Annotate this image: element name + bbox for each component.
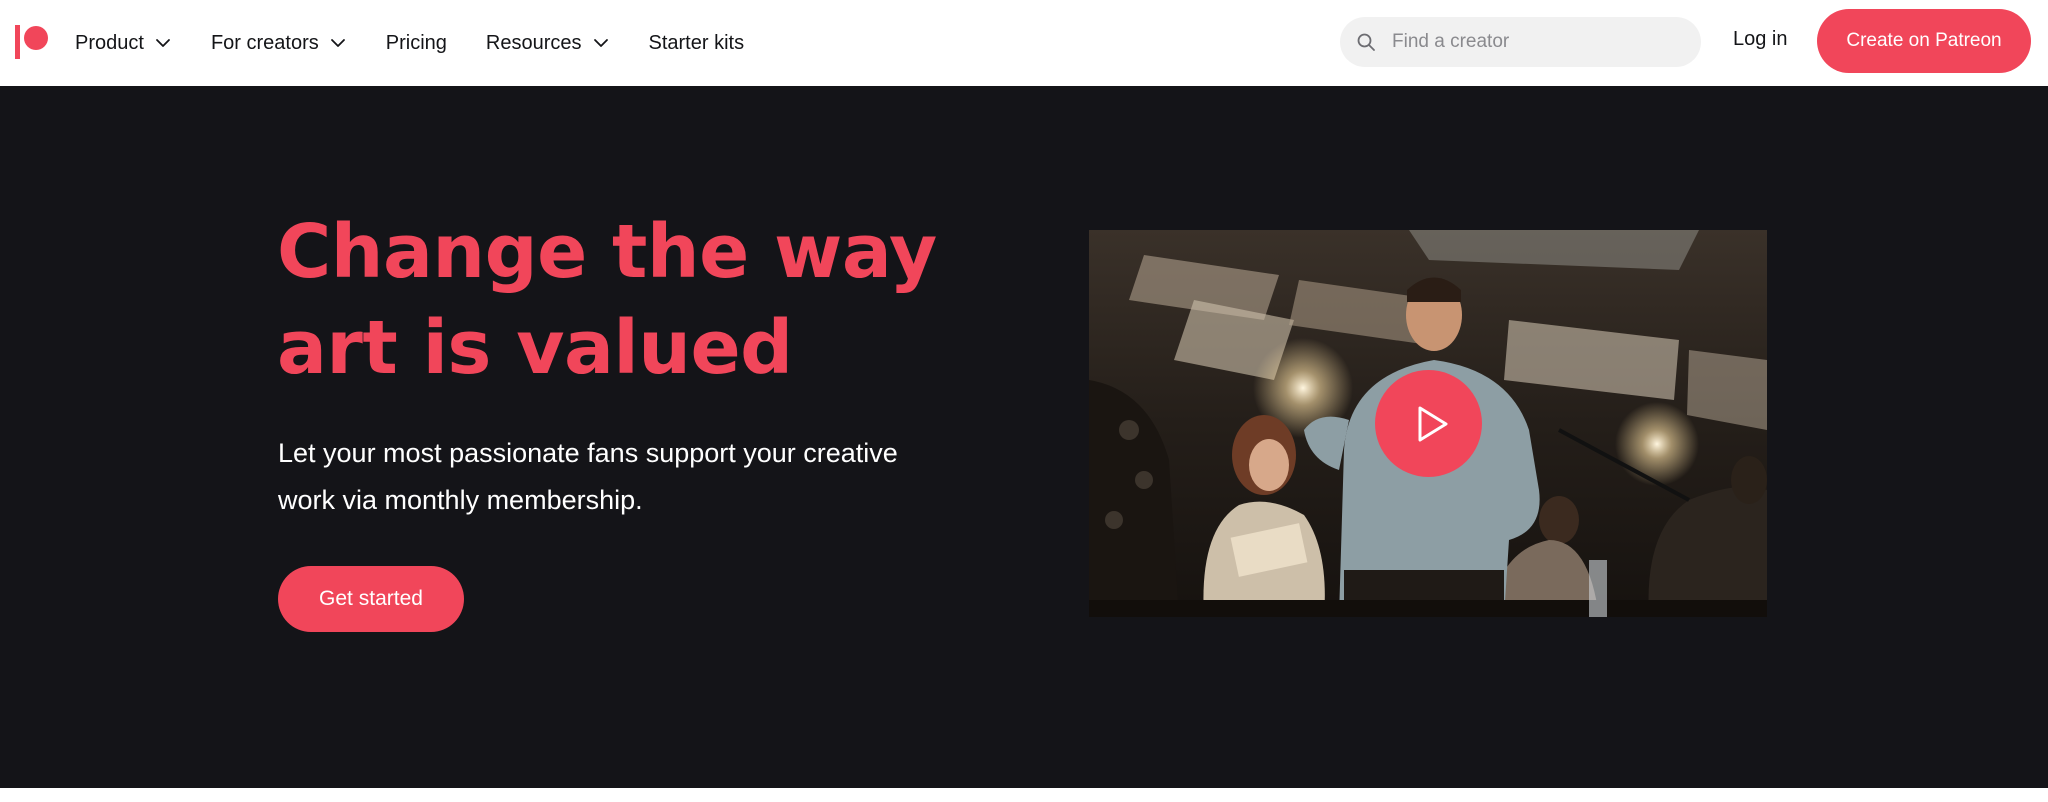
nav-item-starter-kits[interactable]: Starter kits bbox=[649, 23, 745, 63]
main-nav: Product For creators Pricing Resources S… bbox=[75, 0, 783, 86]
hero-title-line-2: art is valued bbox=[277, 305, 793, 391]
hero-title-line-1: Change the way bbox=[277, 209, 937, 295]
play-button[interactable] bbox=[1375, 370, 1482, 477]
top-navigation: Product For creators Pricing Resources S… bbox=[0, 0, 2048, 86]
nav-item-label: Resources bbox=[485, 31, 582, 54]
logo-bar bbox=[15, 25, 20, 59]
search-icon bbox=[1357, 33, 1375, 51]
page-bottom-edge bbox=[0, 788, 2048, 802]
logo-dot bbox=[24, 26, 48, 50]
nav-item-pricing[interactable]: Pricing bbox=[386, 23, 447, 63]
nav-item-product[interactable]: Product bbox=[75, 23, 172, 63]
nav-item-label: For creators bbox=[210, 31, 319, 54]
create-on-patreon-button[interactable]: Create on Patreon bbox=[1817, 9, 2031, 73]
hero-subtitle: Let your most passionate fans support yo… bbox=[278, 430, 958, 524]
play-icon bbox=[1418, 406, 1447, 441]
nav-item-for-creators[interactable]: For creators bbox=[211, 23, 347, 63]
hero-title: Change the way art is valued bbox=[277, 204, 977, 396]
nav-item-label: Pricing bbox=[385, 31, 447, 54]
page: Product For creators Pricing Resources S… bbox=[0, 0, 2048, 802]
nav-item-label: Starter kits bbox=[648, 31, 745, 54]
hero-subtitle-line-1: Let your most passionate fans support yo… bbox=[278, 438, 898, 468]
hero-subtitle-line-2: work via monthly membership. bbox=[278, 485, 643, 515]
hero-section: Change the way art is valued Let your mo… bbox=[0, 86, 2048, 788]
video-player[interactable] bbox=[1089, 230, 1767, 617]
search-input[interactable] bbox=[1392, 31, 1672, 53]
search-box[interactable] bbox=[1340, 17, 1701, 67]
chevron-down-icon bbox=[593, 39, 608, 47]
chevron-down-icon bbox=[330, 39, 345, 47]
chevron-down-icon bbox=[156, 39, 170, 47]
patreon-logo-icon[interactable] bbox=[12, 25, 50, 59]
get-started-button[interactable]: Get started bbox=[278, 566, 464, 632]
login-link[interactable]: Log in bbox=[1733, 28, 1788, 51]
nav-item-resources[interactable]: Resources bbox=[486, 23, 610, 63]
nav-item-label: Product bbox=[75, 31, 144, 54]
